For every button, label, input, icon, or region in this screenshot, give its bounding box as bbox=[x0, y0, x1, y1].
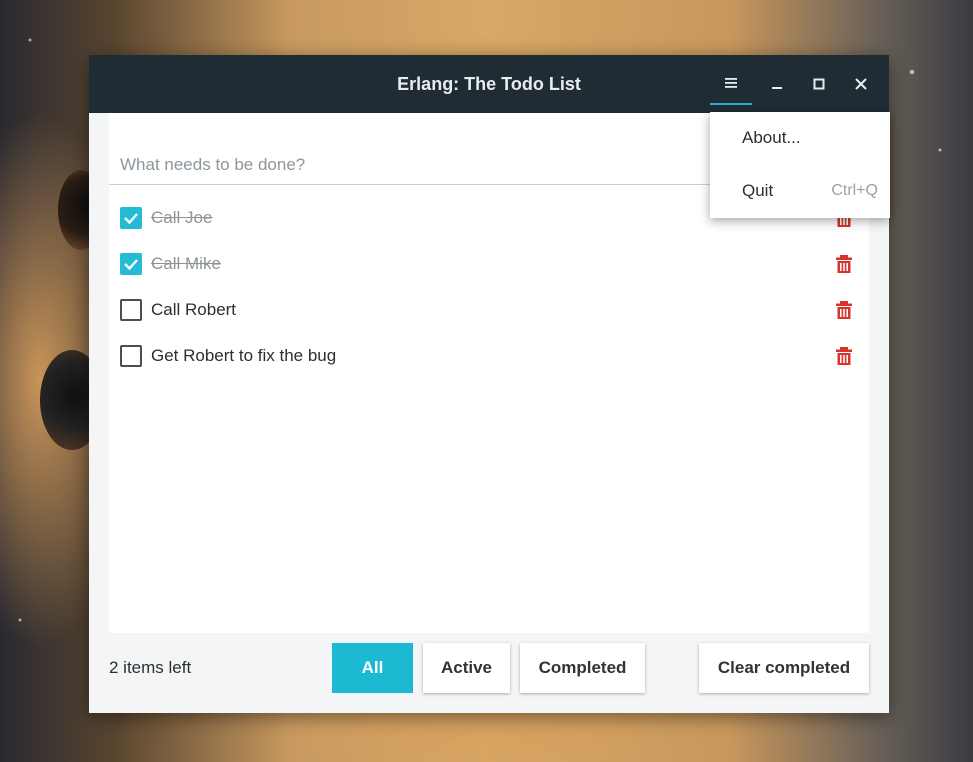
trash-icon[interactable] bbox=[836, 301, 852, 319]
items-left-count: 2 items left bbox=[109, 658, 192, 677]
checkmark-icon bbox=[124, 213, 138, 225]
menu-item-label: About... bbox=[742, 128, 801, 147]
menu-item-shortcut: Ctrl+Q bbox=[831, 182, 878, 199]
todo-item: Call Mike bbox=[109, 241, 869, 287]
filter-completed-button[interactable]: Completed bbox=[520, 643, 645, 693]
app-menu-dropdown: About... Quit Ctrl+Q bbox=[710, 112, 890, 218]
close-button[interactable] bbox=[840, 63, 882, 105]
todo-label: Call Joe bbox=[151, 208, 213, 227]
filter-active-button[interactable]: Active bbox=[423, 643, 510, 693]
todo-checkbox[interactable] bbox=[120, 253, 142, 275]
menu-item-quit[interactable]: Quit Ctrl+Q bbox=[710, 165, 890, 217]
checkmark-icon bbox=[124, 259, 138, 271]
trash-icon[interactable] bbox=[836, 255, 852, 273]
todo-label: Call Robert bbox=[151, 300, 237, 319]
todo-label: Get Robert to fix the bug bbox=[151, 346, 337, 365]
titlebar: Erlang: The Todo List bbox=[89, 55, 889, 113]
footer: 2 items left All Active Completed Clear … bbox=[89, 633, 889, 713]
todo-checkbox[interactable] bbox=[120, 299, 142, 321]
hamburger-icon bbox=[725, 78, 737, 88]
todo-item: Get Robert to fix the bug bbox=[109, 333, 869, 379]
menu-item-label: Quit bbox=[742, 181, 774, 200]
trash-icon[interactable] bbox=[836, 347, 852, 365]
todo-item: Call Robert bbox=[109, 287, 869, 333]
todo-checkbox[interactable] bbox=[120, 207, 142, 229]
maximize-icon bbox=[813, 78, 825, 90]
todo-label: Call Mike bbox=[151, 254, 221, 273]
menu-item-about[interactable]: About... bbox=[710, 112, 890, 164]
close-icon bbox=[855, 78, 867, 90]
minimize-icon bbox=[772, 87, 782, 89]
filter-all-button[interactable]: All bbox=[332, 643, 413, 693]
app-menu-button[interactable] bbox=[710, 63, 752, 105]
clear-completed-button[interactable]: Clear completed bbox=[699, 643, 869, 693]
todo-checkbox[interactable] bbox=[120, 345, 142, 367]
minimize-button[interactable] bbox=[756, 63, 798, 105]
maximize-button[interactable] bbox=[798, 63, 840, 105]
todo-list: Call Joe Call Mike Call Robert Get Rober… bbox=[109, 195, 869, 379]
